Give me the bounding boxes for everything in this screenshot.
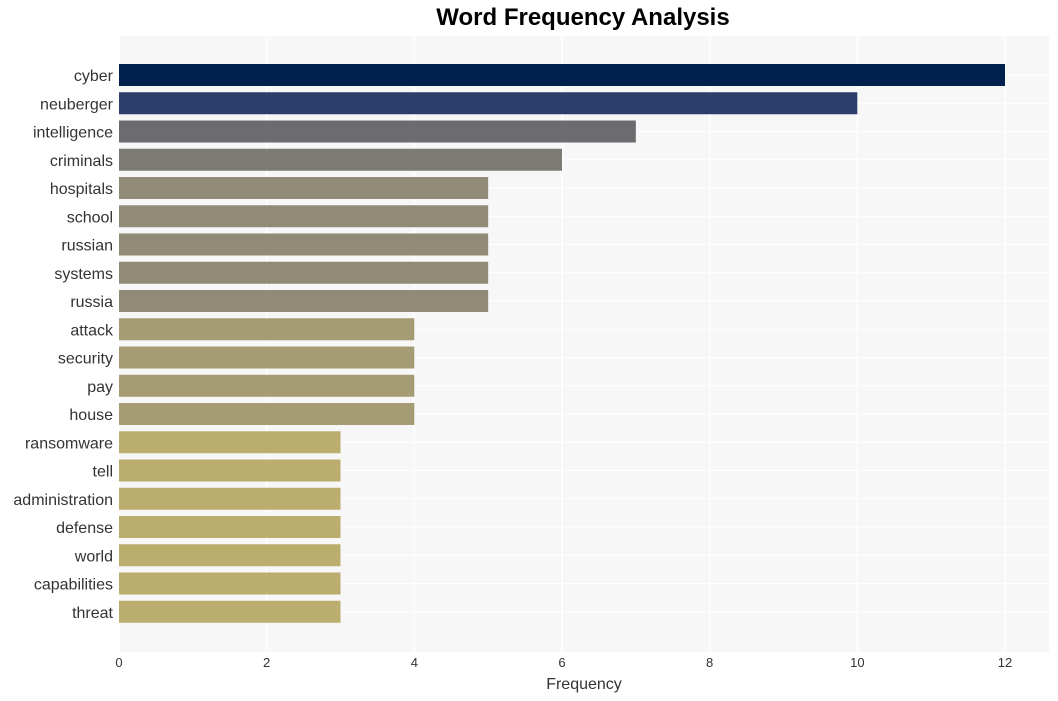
bar-school xyxy=(119,205,489,228)
bar-intelligence xyxy=(119,120,636,143)
y-tick-label: world xyxy=(74,548,113,565)
x-tick-label: 8 xyxy=(706,655,713,670)
bar-defense xyxy=(119,516,341,538)
y-tick-label: school xyxy=(67,209,113,226)
y-tick-label: intelligence xyxy=(33,125,113,142)
y-tick-label: russian xyxy=(61,238,113,255)
bar-russia xyxy=(119,290,489,312)
bar-criminals xyxy=(119,148,562,171)
bar-ransomware xyxy=(119,431,341,454)
y-tick-label: security xyxy=(58,351,113,368)
y-tick-label: cyber xyxy=(74,68,114,85)
y-tick-label: attack xyxy=(70,322,114,339)
bar-russian xyxy=(119,233,489,256)
bar-systems xyxy=(119,261,489,284)
x-tick-label: 2 xyxy=(263,655,270,670)
bar-attack xyxy=(119,318,415,341)
y-tick-label: house xyxy=(69,407,113,424)
bar-world xyxy=(119,544,341,567)
bar-administration xyxy=(119,487,341,510)
x-axis-label: Frequency xyxy=(546,676,622,693)
y-tick-label: defense xyxy=(56,520,113,537)
bar-chart: cyber neuberger intelligence criminals hospi… xyxy=(13,36,1049,693)
y-tick-label: russia xyxy=(70,294,113,311)
x-tick-label: 0 xyxy=(115,655,122,670)
y-tick-label: threat xyxy=(72,605,113,622)
x-tick-label: 10 xyxy=(850,655,864,670)
bar-pay xyxy=(119,374,415,397)
y-tick-label: tell xyxy=(93,464,113,481)
y-tick-label: systems xyxy=(54,266,113,283)
y-tick-label: hospitals xyxy=(50,181,113,198)
y-tick-label: ransomware xyxy=(25,435,113,452)
y-tick-label: administration xyxy=(13,492,113,509)
bar-cyber xyxy=(119,64,1005,86)
bar-threat xyxy=(119,600,341,623)
y-tick-label: capabilities xyxy=(34,577,113,594)
x-tick-label: 6 xyxy=(558,655,565,670)
bar-house xyxy=(119,403,415,425)
x-tick-label: 4 xyxy=(411,655,418,670)
bar-capabilities xyxy=(119,572,341,595)
x-tick-label: 12 xyxy=(998,655,1012,670)
y-tick-label: neuberger xyxy=(40,96,114,113)
bar-neuberger xyxy=(119,92,858,115)
bar-hospitals xyxy=(119,177,489,199)
bar-tell xyxy=(119,459,341,482)
bar-security xyxy=(119,346,415,369)
y-tick-label: criminals xyxy=(50,153,113,170)
y-tick-label: pay xyxy=(87,379,113,396)
